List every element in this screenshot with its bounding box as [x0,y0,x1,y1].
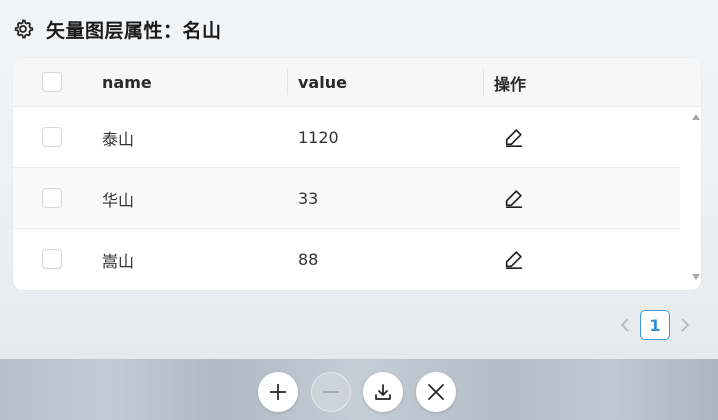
panel-title: 矢量图层属性：名山 [46,19,222,42]
edit-icon[interactable] [503,187,525,209]
table-header: name value 操作 [13,58,701,107]
column-divider[interactable] [287,69,288,95]
scroll-down-icon[interactable] [690,274,701,284]
table-row[interactable]: 泰山 1120 [13,107,680,168]
cell-name: 嵩山 [102,251,135,271]
cell-name: 华山 [102,190,135,210]
remove-button[interactable] [311,372,351,412]
export-button[interactable] [363,372,403,412]
table-row[interactable]: 华山 33 [13,168,680,229]
close-button[interactable] [416,372,456,412]
add-button[interactable] [258,372,298,412]
edit-icon[interactable] [503,126,525,148]
cell-value: 88 [298,250,319,269]
column-divider[interactable] [483,69,484,95]
column-header-value[interactable]: value [298,58,347,107]
cell-value: 1120 [298,128,339,147]
minus-icon [323,391,339,393]
row-checkbox[interactable] [42,127,62,147]
plus-icon [270,384,286,400]
attribute-table: name value 操作 泰山 1120 华山 33 嵩山 88 [13,58,701,290]
close-icon [428,384,444,400]
table-row[interactable]: 嵩山 88 [13,229,680,290]
row-checkbox[interactable] [42,249,62,269]
select-all-checkbox[interactable] [42,72,62,92]
edit-icon[interactable] [503,248,525,270]
bottom-toolbar [0,359,718,420]
download-icon [375,384,391,400]
cell-value: 33 [298,189,319,208]
cell-name: 泰山 [102,129,135,149]
page-button-current[interactable]: 1 [640,310,670,340]
chevron-left-icon[interactable] [614,310,636,340]
chevron-right-icon[interactable] [674,310,696,340]
pagination: 1 [614,310,696,340]
panel-header: 矢量图层属性：名山 [12,14,222,44]
table-body: 泰山 1120 华山 33 嵩山 88 [13,107,680,290]
gear-icon[interactable] [12,18,34,40]
row-checkbox[interactable] [42,188,62,208]
column-header-name[interactable]: name [102,58,152,107]
scroll-up-icon[interactable] [690,114,701,124]
column-header-actions: 操作 [494,74,527,94]
vertical-scrollbar[interactable] [690,108,701,290]
